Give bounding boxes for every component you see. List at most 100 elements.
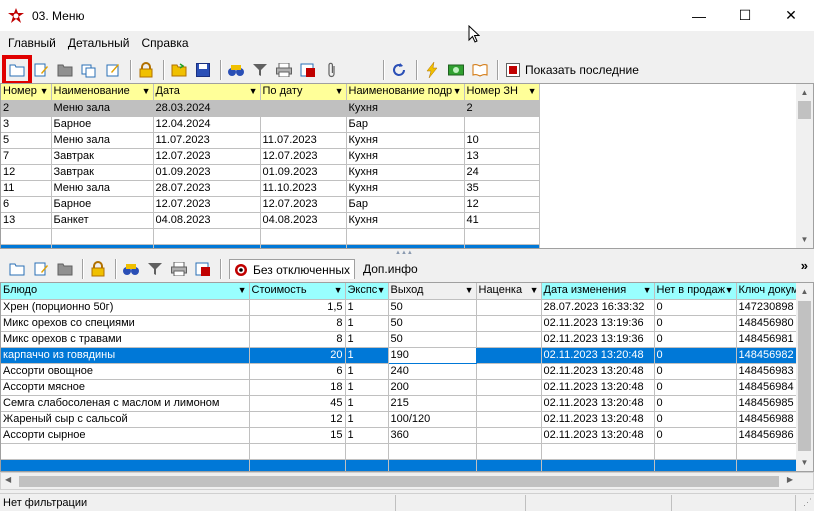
attach-button[interactable] [321, 59, 343, 81]
bottom-report-button[interactable] [192, 258, 214, 280]
column-header-dish[interactable]: Блюдо ▼ [1, 283, 250, 300]
binoculars-button[interactable] [225, 59, 247, 81]
column-header-name[interactable]: Наименование ▼ [51, 84, 154, 101]
table-row[interactable]: 3 Барное 12.04.2024 Бар [1, 116, 540, 133]
folder-dark-icon [57, 64, 73, 77]
bottom-open-button[interactable] [6, 258, 28, 280]
table-row[interactable]: Микс орехов со специями 8 1 50 02.11.2023 13… [1, 315, 799, 332]
column-header-modified-date[interactable]: Дата изменения ▼ [541, 283, 655, 300]
table-row[interactable]: 6 Барное 12.07.2023 12.07.2023 Бар 12 [1, 196, 540, 213]
tab-without-disabled[interactable]: Без отключенных [229, 259, 355, 279]
dishes-grid[interactable]: Блюдо ▼ Стоимость ▼ Экспс ▼ Выход ▼ Наценка ▼… [0, 282, 814, 472]
bottom-print-button[interactable] [168, 258, 190, 280]
column-header-zn-number[interactable]: Номер ЗН ▼ [464, 84, 540, 101]
scroll-thumb[interactable] [798, 301, 811, 451]
edit-note-button[interactable] [102, 59, 124, 81]
table-row[interactable]: Хрен (порционно 50г) 1,5 1 50 28.07.2023 16:… [1, 299, 799, 316]
scroll-up-arrow-icon[interactable]: ▲ [796, 84, 813, 101]
scroll-thumb[interactable] [798, 101, 811, 119]
menu-help[interactable]: Справка [142, 36, 189, 50]
maximize-button[interactable]: ☐ [722, 0, 768, 31]
archive-button[interactable] [54, 59, 76, 81]
table-row[interactable]: 5 Меню зала 11.07.2023 11.07.2023 Кухня 10 [1, 132, 540, 149]
book-button[interactable] [469, 59, 491, 81]
toolbar-separator [497, 60, 498, 80]
dropdown-arrow-icon: ▼ [376, 285, 386, 295]
app-logo-icon [8, 7, 24, 23]
open-folder-icon [171, 63, 187, 77]
open-folder-button[interactable] [2, 55, 32, 85]
minimize-button[interactable]: — [676, 0, 722, 31]
scroll-down-arrow-icon[interactable]: ▼ [796, 454, 813, 471]
splitter[interactable]: ▲▲▲ [0, 249, 814, 256]
money-button[interactable] [445, 59, 467, 81]
tab-additional-info[interactable]: Доп.инфо [358, 259, 422, 279]
show-last-button[interactable]: Показать последние [502, 59, 643, 81]
report-button[interactable] [297, 59, 319, 81]
h-scroll-thumb[interactable] [19, 476, 779, 487]
table-row[interactable]: Ассорти сырное 15 1 360 02.11.2023 13:20:48 0… [1, 427, 799, 444]
tab-label: Без отключенных [253, 262, 350, 277]
top-grid-scrollbar[interactable]: ▲ ▼ [796, 84, 813, 248]
bottom-edit-button[interactable] [30, 258, 52, 280]
column-header-not-for-sale[interactable]: Нет в продаж ▼ [654, 283, 737, 300]
save-button[interactable] [192, 59, 214, 81]
column-header-markup[interactable]: Наценка ▼ [476, 283, 542, 300]
money-icon [448, 64, 464, 76]
menu-detail[interactable]: Детальный [68, 36, 130, 50]
horizontal-scrollbar[interactable]: ◀ ▶ [0, 472, 814, 490]
table-row[interactable]: 7 Завтрак 12.07.2023 12.07.2023 Кухня 13 [1, 148, 540, 165]
top-toolbar: Показать последние [0, 55, 814, 85]
column-header-price[interactable]: Стоимость ▼ [249, 283, 346, 300]
scroll-right-arrow-icon[interactable]: ▶ [787, 475, 793, 484]
resize-grip-icon[interactable]: ⋰ [796, 497, 812, 508]
column-header-department[interactable]: Наименование подр ▼ [346, 84, 465, 101]
calendar-red-icon [506, 63, 520, 77]
print-button[interactable] [273, 59, 295, 81]
column-header-number[interactable]: Номер ▼ [1, 84, 52, 101]
copy-button[interactable] [78, 59, 100, 81]
filter-button[interactable] [249, 59, 271, 81]
scroll-up-arrow-icon[interactable]: ▲ [796, 283, 813, 300]
table-row[interactable]: Ассорти овощное 6 1 240 02.11.2023 13:20:48 0… [1, 363, 799, 380]
lightning-button[interactable] [421, 59, 443, 81]
menu-main[interactable]: Главный [8, 36, 56, 50]
column-header-to-date[interactable]: По дату ▼ [260, 84, 347, 101]
table-row[interactable]: 12 Завтрак 01.09.2023 01.09.2023 Кухня 24 [1, 164, 540, 181]
table-row-new[interactable] [1, 459, 799, 471]
column-header-export[interactable]: Экспс ▼ [345, 283, 389, 300]
scroll-down-arrow-icon[interactable]: ▼ [796, 231, 813, 248]
table-row[interactable]: 13 Банкет 04.08.2023 04.08.2023 Кухня 41 [1, 212, 540, 229]
bottom-binoculars-button[interactable] [120, 258, 142, 280]
table-row-selected[interactable]: карпаччо из говядины 20 1 190 02.11.2023 13:… [1, 346, 799, 364]
bottom-lock-button[interactable] [87, 258, 109, 280]
bottom-archive-button[interactable] [54, 258, 76, 280]
edit-button[interactable] [30, 59, 52, 81]
printer-icon [276, 63, 292, 77]
lock-button[interactable] [135, 59, 157, 81]
open-file-button[interactable] [168, 59, 190, 81]
output-cell-editing[interactable]: 190 [387, 346, 477, 364]
scroll-left-arrow-icon[interactable]: ◀ [5, 475, 11, 484]
dropdown-arrow-icon: ▼ [529, 285, 539, 295]
folder-icon [9, 64, 25, 77]
menu-list-grid[interactable]: Номер ▼ Наименование ▼ Дата ▼ По дату ▼ Наим… [0, 83, 814, 249]
bottom-grid-scrollbar[interactable]: ▲ ▼ [796, 283, 813, 471]
table-row-empty [1, 443, 799, 460]
column-header-document-key[interactable]: Ключ докум [736, 283, 799, 300]
table-row[interactable]: Ассорти мясное 18 1 200 02.11.2023 13:20:48 0… [1, 379, 799, 396]
toolbar-overflow-button[interactable]: » [801, 258, 808, 273]
table-row[interactable]: 2 Меню зала 28.03.2024 Кухня 2 [1, 100, 540, 117]
column-header-date[interactable]: Дата ▼ [153, 84, 261, 101]
status-bar: Нет фильтрации ⋰ [0, 493, 814, 511]
table-row[interactable]: Жареный сыр с сальсой 12 1 100/120 02.11.202… [1, 411, 799, 428]
column-header-output[interactable]: Выход ▼ [388, 283, 477, 300]
tab-label: Доп.инфо [362, 262, 418, 276]
refresh-button[interactable] [388, 59, 410, 81]
close-button[interactable]: ✕ [768, 0, 814, 31]
table-row[interactable]: 11 Меню зала 28.07.2023 11.10.2023 Кухня 35 [1, 180, 540, 197]
table-row[interactable]: Микс орехов с травами 8 1 50 02.11.2023 13:1… [1, 331, 799, 348]
mouse-cursor-icon [468, 25, 480, 43]
bottom-filter-button[interactable] [144, 258, 166, 280]
table-row[interactable]: Семга слабосоленая с маслом и лимоном 45 1… [1, 395, 799, 412]
